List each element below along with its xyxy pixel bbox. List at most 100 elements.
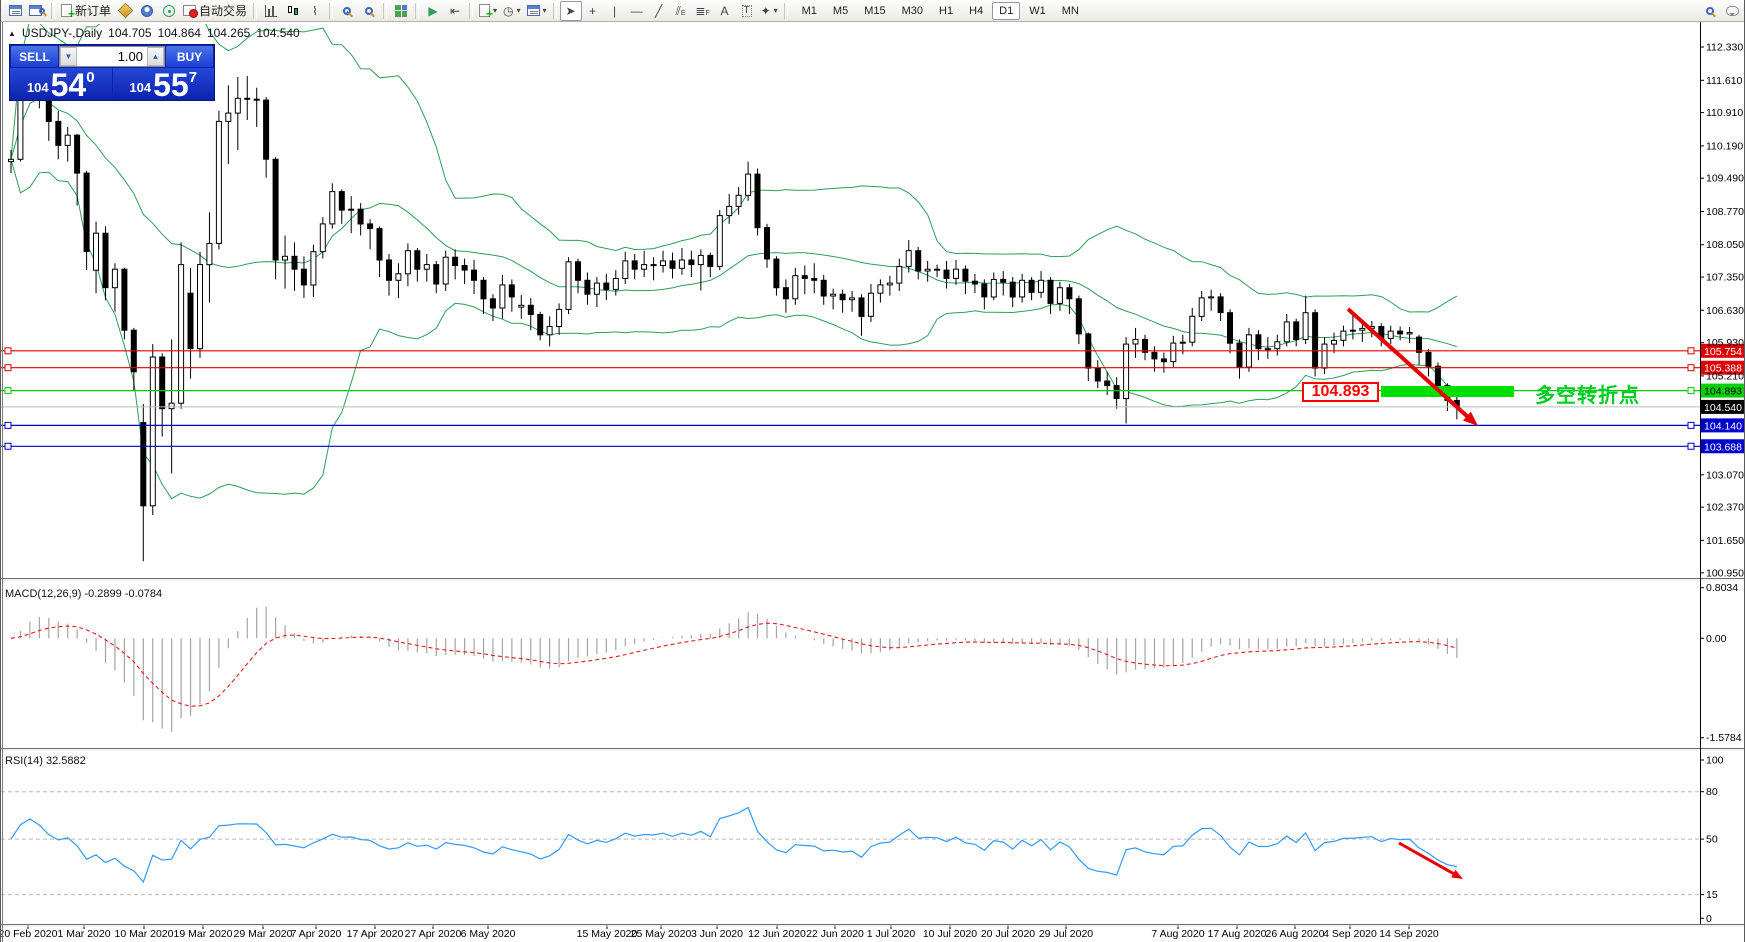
profiles-button[interactable] — [26, 1, 48, 21]
toolbar-separator — [253, 3, 257, 19]
volume-down-button[interactable]: ▼ — [60, 47, 77, 66]
buy-button[interactable]: BUY — [166, 46, 213, 67]
zoom-out-button[interactable]: - — [358, 1, 380, 21]
candle-body — [897, 267, 902, 284]
candle-body — [1180, 342, 1185, 343]
date-label: 17 Apr 2020 — [347, 928, 404, 940]
cursor-button[interactable]: ➤ — [560, 1, 582, 21]
line-handle[interactable] — [5, 348, 11, 354]
date-label: 3 Jun 2020 — [691, 928, 743, 940]
candle-body — [264, 100, 269, 159]
timeframe-m15[interactable]: M15 — [857, 2, 892, 20]
macd-signal-line — [11, 623, 1457, 706]
axis-tick-label: 108.770 — [1706, 206, 1744, 218]
line-handle[interactable] — [5, 443, 11, 449]
text-label-button[interactable]: T — [736, 1, 758, 21]
candle-body — [1010, 282, 1015, 297]
line-handle[interactable] — [5, 422, 11, 428]
macd-scale-label: 0.8034 — [1706, 582, 1738, 594]
axis-tick-label: 100.950 — [1706, 567, 1744, 579]
timeframe-h1[interactable]: H1 — [932, 2, 960, 20]
symbol-period-label: USDJPY-,Daily — [22, 26, 102, 40]
signals-button[interactable] — [158, 1, 180, 21]
vertical-line-button[interactable]: | — [604, 1, 626, 21]
search-button[interactable] — [1699, 1, 1721, 21]
date-label: 15 May 2020 — [577, 928, 638, 940]
candle-body — [717, 216, 722, 267]
tile-windows-button[interactable] — [390, 1, 412, 21]
timeframe-mn[interactable]: MN — [1055, 2, 1086, 20]
price-callout-104893[interactable]: 104.893 — [1302, 382, 1379, 402]
line-chart-icon: ⌇ — [312, 5, 318, 17]
candle-body — [576, 262, 581, 281]
panel-collapse-arrow[interactable]: ▲ — [8, 29, 16, 38]
candle-body — [613, 279, 618, 290]
sell-price[interactable]: 104 54 0 — [10, 68, 112, 100]
candle-body — [65, 135, 70, 145]
chat-button[interactable] — [1721, 1, 1743, 21]
community-button[interactable] — [136, 1, 158, 21]
indicators-button[interactable]: ▾ — [476, 1, 500, 21]
chart-list-button[interactable] — [4, 1, 26, 21]
timeframe-d1[interactable]: D1 — [992, 2, 1020, 20]
candle-body — [1341, 331, 1346, 340]
volume-up-button[interactable]: ▲ — [147, 47, 164, 66]
volume-input[interactable] — [77, 47, 147, 66]
axis-tick-label: 111.610 — [1706, 75, 1743, 87]
chart-shift-button[interactable]: ⇤ — [444, 1, 466, 21]
line-handle[interactable] — [1688, 422, 1694, 428]
periods-button[interactable]: ◷▾ — [500, 1, 524, 21]
candle-body — [670, 261, 675, 268]
line-handle[interactable] — [5, 365, 11, 371]
date-label: 10 Jul 2020 — [923, 928, 977, 940]
horizontal-line-button[interactable]: — — [626, 1, 648, 21]
candle-body — [1265, 349, 1270, 350]
templates-button[interactable]: ▾ — [524, 1, 550, 21]
candle-body — [56, 121, 61, 145]
trendline-button[interactable]: ╱ — [648, 1, 670, 21]
line-handle[interactable] — [1688, 388, 1694, 394]
timeframe-w1[interactable]: W1 — [1022, 2, 1053, 20]
candlestick-button[interactable] — [282, 1, 304, 21]
highlight-rectangle[interactable] — [1381, 386, 1514, 397]
crosshair-button[interactable]: + — [582, 1, 604, 21]
candle-body — [991, 279, 996, 297]
timeframe-h4[interactable]: H4 — [962, 2, 990, 20]
toolbar: 新订单 自动交易 ⌇ + - ▶ ⇤ ▾ ◷▾ ▾ ➤ + | — ╱ ⫽E ≣… — [1, 0, 1745, 22]
line-handle[interactable] — [1688, 443, 1694, 449]
candle-body — [18, 92, 23, 159]
timeframe-m1[interactable]: M1 — [795, 2, 824, 20]
timeframe-m30[interactable]: M30 — [895, 2, 930, 20]
autotrading-button[interactable]: 自动交易 — [180, 1, 250, 21]
line-handle[interactable] — [5, 388, 11, 394]
zoom-in-button[interactable]: + — [336, 1, 358, 21]
timeframe-m5[interactable]: M5 — [826, 2, 855, 20]
text-button[interactable]: A — [714, 1, 736, 21]
candle-body — [547, 327, 552, 335]
fibonacci-button[interactable]: ≣F — [692, 1, 714, 21]
line-chart-button[interactable]: ⌇ — [304, 1, 326, 21]
bar-chart-button[interactable] — [260, 1, 282, 21]
metaeditor-button[interactable] — [114, 1, 136, 21]
date-label: 10 Mar 2020 — [115, 928, 174, 940]
buy-price[interactable]: 104 55 7 — [113, 68, 215, 100]
trend-arrow[interactable] — [1348, 309, 1474, 422]
axis-tick-label: 108.050 — [1706, 239, 1744, 251]
new-order-label: 新订单 — [75, 2, 111, 19]
auto-scroll-icon: ▶ — [428, 5, 437, 17]
sell-button[interactable]: SELL — [11, 46, 58, 67]
candle-body — [472, 270, 477, 280]
tile-windows-icon — [395, 5, 407, 17]
date-label: 25 May 2020 — [631, 928, 692, 940]
candle-body — [632, 261, 637, 269]
arrows-button[interactable]: ✦▾ — [758, 1, 781, 21]
channel-button[interactable]: ⫽E — [670, 1, 692, 21]
candle-body — [169, 403, 174, 409]
new-order-button[interactable]: 新订单 — [58, 1, 114, 21]
trend-arrow[interactable] — [1399, 843, 1458, 876]
auto-scroll-button[interactable]: ▶ — [422, 1, 444, 21]
line-handle[interactable] — [1688, 348, 1694, 354]
line-handle[interactable] — [1688, 365, 1694, 371]
turning-point-note[interactable]: 多空转折点 — [1535, 379, 1640, 408]
candle-body — [1313, 313, 1318, 368]
